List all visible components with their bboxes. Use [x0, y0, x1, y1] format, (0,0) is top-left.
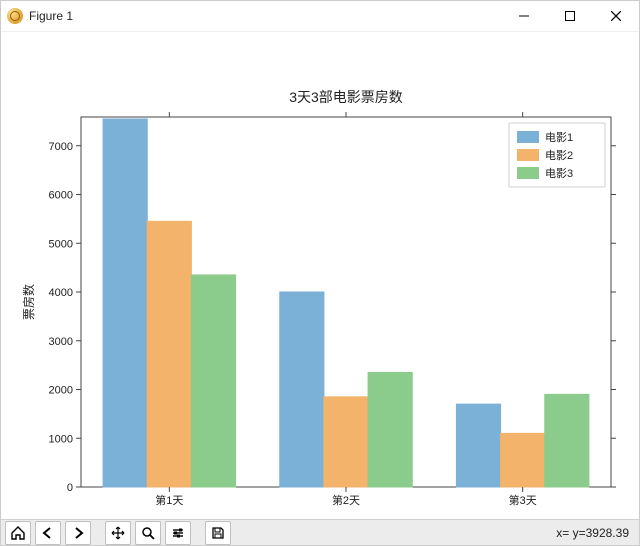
toolbar: x= y=3928.39	[1, 519, 639, 545]
sliders-icon	[171, 526, 185, 540]
forward-button[interactable]	[65, 521, 91, 545]
chart: 3天3部电影票房数 0 1000 2000 3000 4000 5000 6000 7000 票房…	[1, 32, 639, 516]
titlebar: Figure 1	[1, 1, 639, 32]
legend-label: 电影2	[545, 149, 573, 162]
y-tick-label: 4000	[49, 287, 73, 299]
arrow-left-icon	[41, 526, 55, 540]
close-icon	[611, 11, 621, 21]
save-button[interactable]	[205, 521, 231, 545]
back-button[interactable]	[35, 521, 61, 545]
legend-swatch	[517, 149, 539, 161]
chart-title: 3天3部电影票房数	[289, 89, 403, 105]
minimize-icon	[519, 11, 529, 21]
y-tick-label: 2000	[49, 385, 73, 397]
x-tick-label: 第3天	[509, 493, 537, 507]
zoom-button[interactable]	[135, 521, 161, 545]
y-tick-label: 1000	[49, 433, 73, 445]
legend-swatch	[517, 131, 539, 143]
zoom-icon	[141, 526, 155, 540]
plot-area: 3天3部电影票房数 0 1000 2000 3000 4000 5000 6000 7000 票房…	[1, 32, 639, 519]
y-tick-label: 3000	[49, 336, 73, 348]
save-icon	[211, 526, 225, 540]
bar	[191, 275, 235, 487]
arrow-right-icon	[71, 526, 85, 540]
bar	[501, 433, 545, 487]
window-title: Figure 1	[29, 9, 73, 23]
bar	[368, 372, 412, 487]
legend-swatch	[517, 167, 539, 179]
bar	[280, 292, 324, 487]
x-tick-label: 第1天	[155, 493, 183, 507]
minimize-button[interactable]	[501, 1, 547, 31]
legend-label: 电影1	[545, 131, 573, 144]
y-axis-label: 票房数	[21, 284, 36, 320]
matplotlib-icon	[7, 8, 23, 24]
pan-button[interactable]	[105, 521, 131, 545]
close-button[interactable]	[593, 1, 639, 31]
move-icon	[111, 526, 125, 540]
x-tick-label: 第2天	[332, 493, 360, 507]
y-tick-label: 5000	[49, 238, 73, 250]
maximize-button[interactable]	[547, 1, 593, 31]
bar	[456, 404, 500, 487]
y-tick-label: 7000	[49, 141, 73, 153]
legend-label: 电影3	[545, 167, 573, 180]
bar	[545, 394, 589, 487]
y-tick-label: 0	[67, 482, 73, 494]
subplots-button[interactable]	[165, 521, 191, 545]
home-button[interactable]	[5, 521, 31, 545]
cursor-coords: x= y=3928.39	[556, 526, 635, 540]
home-icon	[10, 526, 26, 540]
bar	[147, 221, 191, 487]
bar	[324, 397, 368, 487]
window: Figure 1 3天3部电影票房数 0 1000 2000 3000 4000 5000 6…	[0, 0, 640, 546]
maximize-icon	[565, 11, 575, 21]
bar	[103, 119, 147, 487]
y-tick-label: 6000	[49, 190, 73, 202]
